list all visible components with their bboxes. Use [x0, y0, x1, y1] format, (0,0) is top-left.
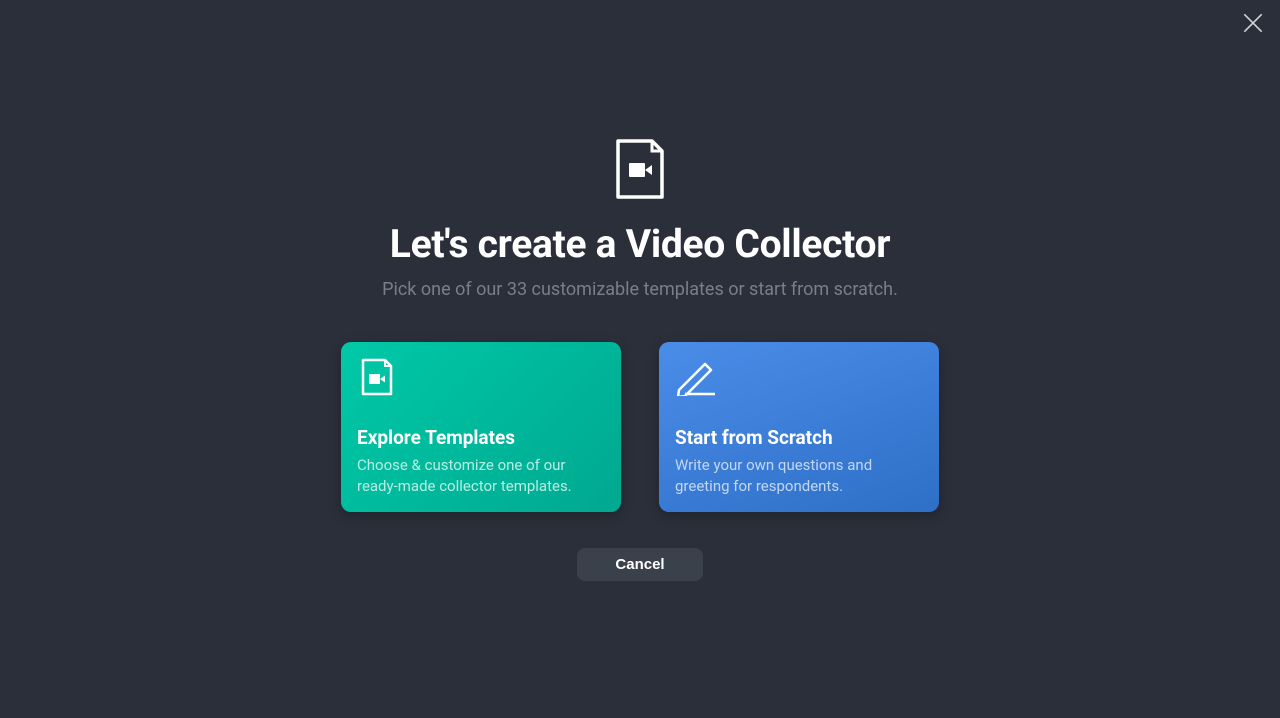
- close-icon: [1240, 10, 1266, 40]
- modal-content: Let's create a Video Collector Pick one …: [341, 137, 939, 581]
- template-document-icon: [357, 358, 401, 396]
- page-subtitle: Pick one of our 33 customizable template…: [382, 279, 898, 300]
- close-button[interactable]: [1240, 12, 1266, 38]
- explore-templates-card[interactable]: Explore Templates Choose & customize one…: [341, 342, 621, 512]
- pencil-edit-icon: [675, 358, 719, 396]
- page-title: Let's create a Video Collector: [390, 221, 890, 267]
- templates-card-title: Explore Templates: [357, 426, 605, 449]
- scratch-card-title: Start from Scratch: [675, 426, 923, 449]
- option-cards: Explore Templates Choose & customize one…: [341, 342, 939, 512]
- cancel-button[interactable]: Cancel: [577, 548, 702, 581]
- video-document-icon: [608, 137, 672, 201]
- start-from-scratch-card[interactable]: Start from Scratch Write your own questi…: [659, 342, 939, 512]
- templates-card-description: Choose & customize one of our ready-made…: [357, 455, 605, 496]
- scratch-card-description: Write your own questions and greeting fo…: [675, 455, 923, 496]
